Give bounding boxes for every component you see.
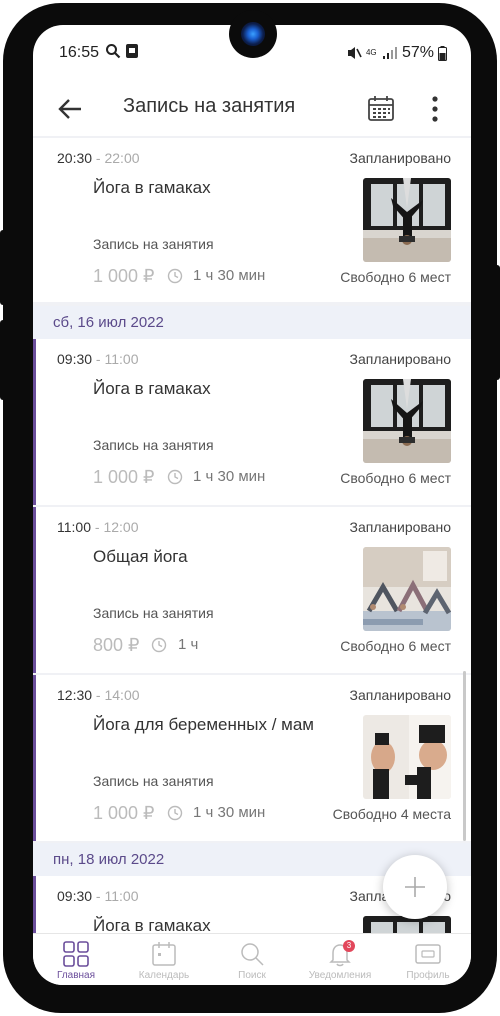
class-duration: 1 ч xyxy=(178,636,199,653)
nav-calendar[interactable]: Календарь xyxy=(121,934,207,985)
class-title: Йога в гамаках xyxy=(93,178,211,197)
mute-icon xyxy=(347,47,362,59)
app-bar: Запись на занятия xyxy=(33,79,471,137)
class-time: 11:00 - 12:00 xyxy=(57,519,138,535)
class-status: Запланировано xyxy=(349,519,452,535)
phone-side-button xyxy=(0,230,8,305)
class-price: 800 ₽ xyxy=(93,635,140,655)
free-spots: Свободно 6 мест xyxy=(340,638,451,654)
bottom-navigation: Главная Календарь Поиск 3 Уведомления Пр… xyxy=(33,933,471,985)
search-icon xyxy=(241,943,264,966)
time-start: 20:30 xyxy=(57,150,93,166)
card-accent xyxy=(33,339,36,505)
clock-icon xyxy=(167,805,183,821)
class-kind: Запись на занятия xyxy=(93,437,214,453)
nav-label: Календарь xyxy=(138,970,190,981)
battery-percent: 57% xyxy=(401,44,434,61)
clock-icon xyxy=(151,637,167,653)
class-card[interactable]: 11:00 - 12:00 Запланировано Общая йога З… xyxy=(33,507,471,673)
plus-icon xyxy=(405,877,425,897)
class-card[interactable]: 20:30 - 22:00 Запланировано Йога в гамак… xyxy=(33,138,471,302)
nav-label: Уведомления xyxy=(308,970,372,981)
class-title: Йога для беременных / мам xyxy=(93,715,314,734)
time-start: 12:30 xyxy=(57,687,93,703)
search-status-icon xyxy=(106,44,121,59)
list-card-edge xyxy=(33,131,471,136)
class-title: Общая йога xyxy=(93,547,188,566)
front-camera xyxy=(229,10,277,58)
grid-icon xyxy=(63,941,89,967)
group-yoga-photo xyxy=(363,547,451,631)
class-status: Запланировано xyxy=(349,150,452,166)
class-time: 09:30 - 11:00 xyxy=(57,351,138,367)
card-accent xyxy=(33,876,36,933)
class-card[interactable]: 12:30 - 14:00 Запланировано Йога для бер… xyxy=(33,675,471,841)
screen: 16:55 4G 57% Запись на занятия 20:30 - 2… xyxy=(33,25,471,985)
aerial-yoga-photo xyxy=(363,916,451,933)
add-button[interactable] xyxy=(383,855,447,919)
class-time: 09:30 - 11:00 xyxy=(57,888,138,904)
status-time: 16:55 xyxy=(59,44,100,61)
class-title: Йога в гамаках xyxy=(93,379,211,398)
class-duration: 1 ч 30 мин xyxy=(193,804,266,821)
nav-profile[interactable]: Профиль xyxy=(385,934,471,985)
class-time: 20:30 - 22:00 xyxy=(57,150,140,166)
time-start: 11:00 xyxy=(57,519,91,535)
free-spots: Свободно 6 мест xyxy=(340,269,451,285)
free-spots: Свободно 4 места xyxy=(332,806,451,822)
clock-icon xyxy=(167,469,183,485)
phone-side-button xyxy=(0,320,8,400)
calendar-icon[interactable] xyxy=(367,95,395,123)
camera-lens xyxy=(241,22,265,46)
battery-icon xyxy=(438,45,447,61)
calendar-icon xyxy=(152,942,176,966)
class-price: 1 000 ₽ xyxy=(93,467,155,487)
time-start: 09:30 xyxy=(57,351,93,367)
nav-label: Профиль xyxy=(406,970,450,981)
notification-badge: 3 xyxy=(343,940,355,952)
time-start: 09:30 xyxy=(57,888,93,904)
class-price: 1 000 ₽ xyxy=(93,266,155,286)
more-vertical-icon[interactable] xyxy=(429,95,441,123)
class-status: Запланировано xyxy=(349,351,452,367)
nav-label: Поиск xyxy=(238,970,266,981)
nav-label: Главная xyxy=(56,970,96,981)
class-price: 1 000 ₽ xyxy=(93,803,155,823)
network-type: 4G xyxy=(365,48,377,57)
date-header: сб, 16 июл 2022 xyxy=(33,306,471,339)
back-arrow-icon[interactable] xyxy=(57,95,85,123)
page-title: Запись на занятия xyxy=(123,95,296,117)
nav-search[interactable]: Поиск xyxy=(209,934,295,985)
class-title: Йога в гамаках xyxy=(93,916,211,933)
aerial-yoga-photo xyxy=(363,178,451,262)
time-end: - 11:00 xyxy=(92,888,139,904)
nav-notifications[interactable]: 3 Уведомления xyxy=(297,934,383,985)
time-end: - 11:00 xyxy=(92,351,139,367)
aerial-yoga-photo xyxy=(363,379,451,463)
profile-card-icon xyxy=(415,944,441,964)
scrollbar[interactable] xyxy=(463,671,466,841)
time-end: - 14:00 xyxy=(92,687,140,703)
clock-icon xyxy=(167,268,183,284)
status-right-group: 4G 57% xyxy=(346,44,447,62)
card-accent xyxy=(33,675,36,841)
class-card[interactable]: 09:30 - 11:00 Запланировано Йога в гамак… xyxy=(33,339,471,505)
prenatal-yoga-photo xyxy=(363,715,451,799)
nav-home[interactable]: Главная xyxy=(33,934,119,985)
class-kind: Запись на занятия xyxy=(93,605,214,621)
class-time: 12:30 - 14:00 xyxy=(57,687,140,703)
signal-icon xyxy=(382,47,397,59)
card-accent xyxy=(33,507,36,673)
class-duration: 1 ч 30 мин xyxy=(193,468,266,485)
class-kind: Запись на занятия xyxy=(93,236,214,252)
class-duration: 1 ч 30 мин xyxy=(193,267,266,284)
time-end: - 12:00 xyxy=(91,519,139,535)
time-end: - 22:00 xyxy=(92,150,140,166)
free-spots: Свободно 6 мест xyxy=(340,470,451,486)
notification-status-icon xyxy=(126,44,138,58)
phone-side-button xyxy=(492,265,500,380)
class-kind: Запись на занятия xyxy=(93,773,214,789)
class-status: Запланировано xyxy=(349,687,452,703)
schedule-list[interactable]: 20:30 - 22:00 Запланировано Йога в гамак… xyxy=(33,131,471,933)
